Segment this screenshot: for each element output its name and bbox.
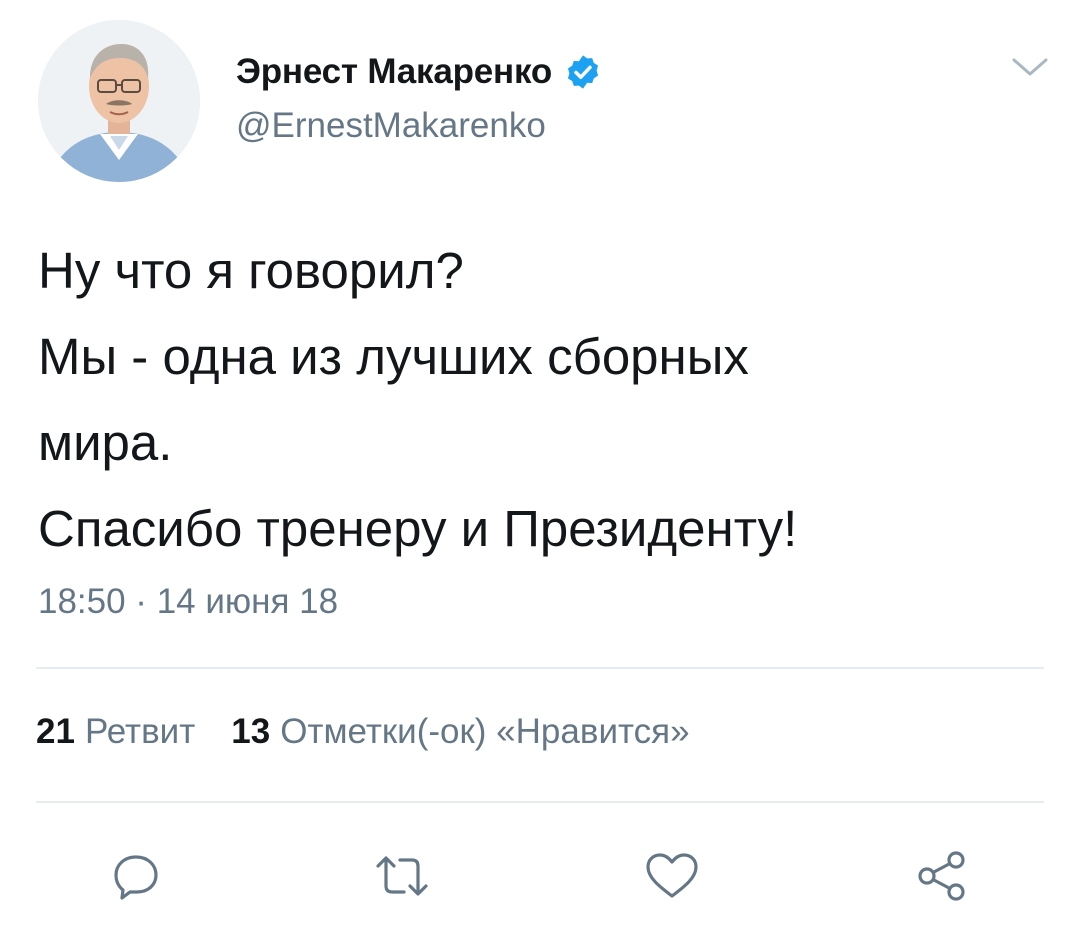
likes-label: Отметки(-ок) «Нравится» [280, 712, 690, 751]
retweets-stat[interactable]: 21 Ретвит [36, 712, 195, 752]
retweets-count: 21 [36, 712, 75, 751]
reply-icon [114, 855, 158, 900]
retweet-icon [376, 856, 428, 896]
likes-count: 13 [231, 712, 271, 751]
share-icon [918, 851, 965, 901]
heart-icon [646, 853, 698, 898]
author-name-row[interactable]: Эрнест Макаренко [236, 48, 602, 96]
author-handle[interactable]: @ErnestMakarenko [236, 106, 546, 146]
tweet-text-line: Мы - одна из лучших сборных [38, 328, 749, 385]
tweet-text-line: Ну что я говорил? [38, 242, 464, 299]
tweet-timestamp[interactable]: 18:50 · 14 июня 18 [38, 582, 338, 622]
retweets-label: Ретвит [84, 712, 196, 751]
tweet-text-line: Спасибо тренеру и Президенту! [38, 500, 798, 557]
chevron-down-icon[interactable] [1008, 52, 1052, 82]
reply-button[interactable] [104, 846, 168, 906]
verified-badge-icon [564, 53, 602, 91]
tweet-text: Ну что я говорил? Мы - одна из лучших сб… [38, 228, 1048, 572]
divider [36, 667, 1044, 669]
share-button[interactable] [910, 846, 974, 906]
likes-stat[interactable]: 13 Отметки(-ок) «Нравится» [231, 712, 689, 752]
author-avatar[interactable] [38, 20, 200, 182]
author-name: Эрнест Макаренко [236, 52, 553, 91]
divider [36, 801, 1044, 803]
retweet-button[interactable] [370, 846, 434, 906]
tweet: Эрнест Макаренко @ErnestMakarenko Ну что… [0, 0, 1080, 930]
tweet-text-line: мира. [38, 414, 173, 471]
avatar-portrait [38, 20, 200, 182]
like-button[interactable] [640, 846, 704, 906]
tweet-stats: 21 Ретвит 13 Отметки(-ок) «Нравится» [36, 712, 690, 752]
